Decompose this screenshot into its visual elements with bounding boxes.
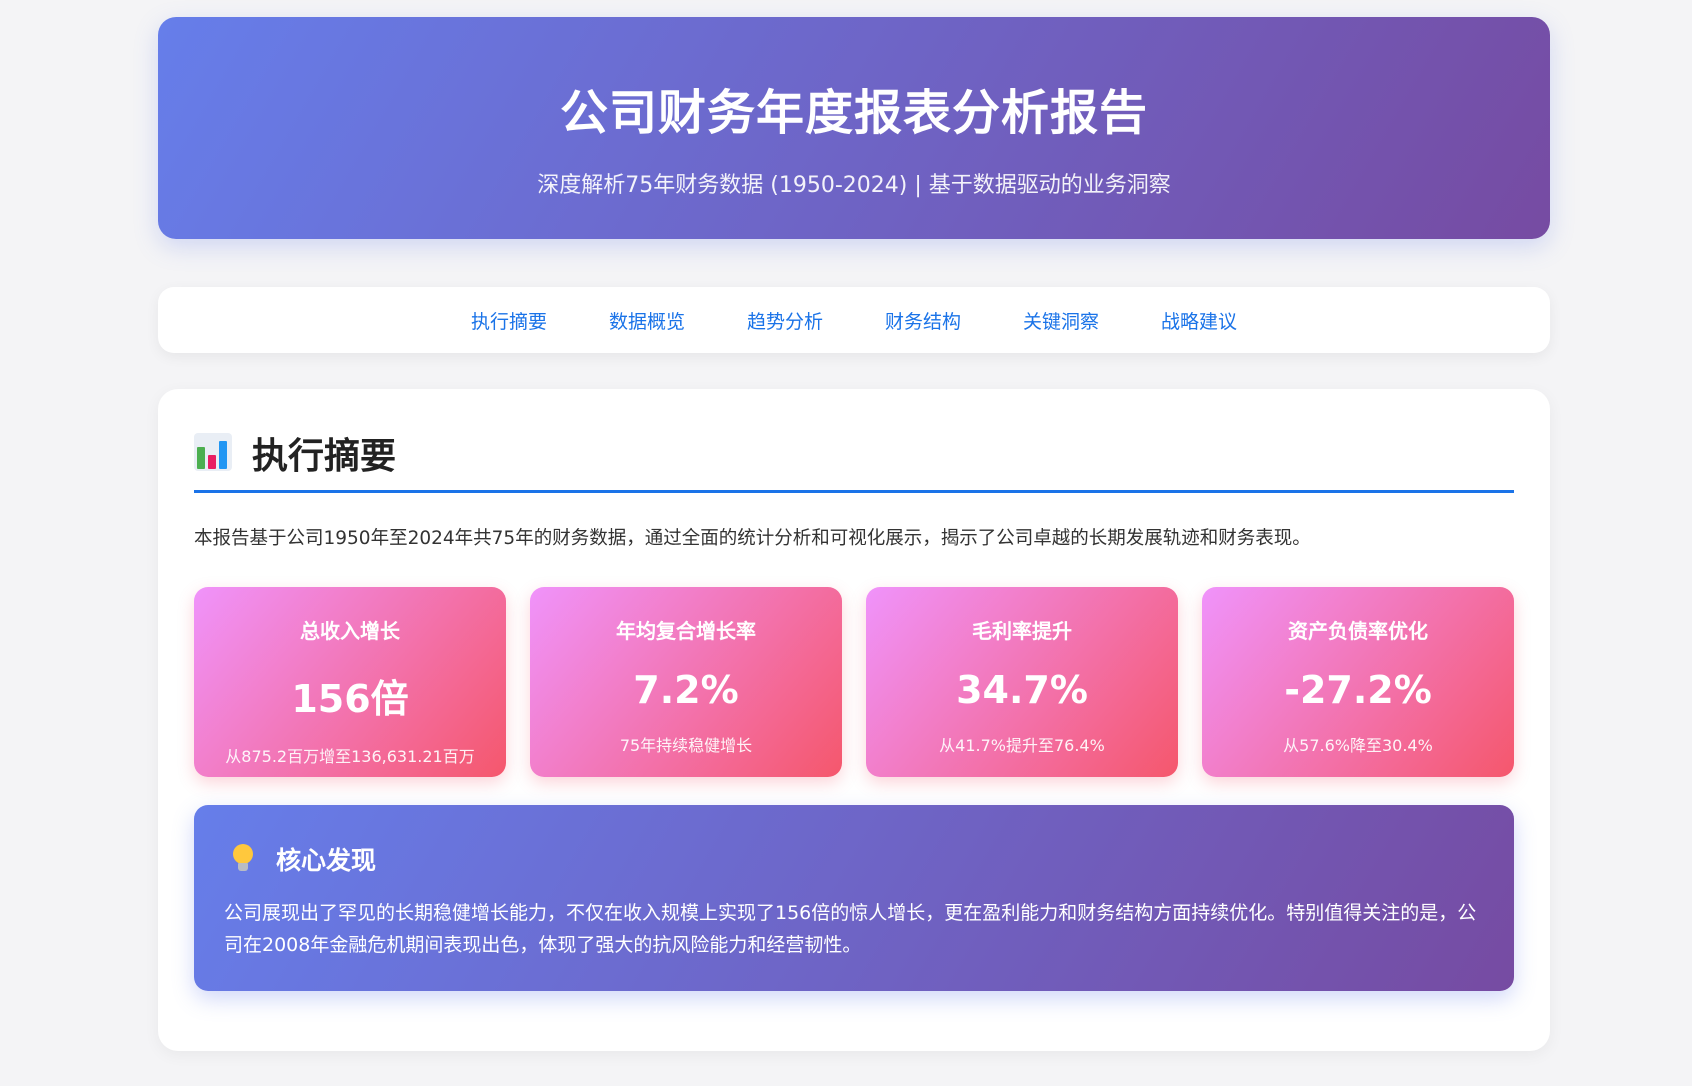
- nav-link-insights[interactable]: 关键洞察: [1023, 307, 1099, 334]
- metric-value: 156倍: [291, 677, 409, 721]
- metric-desc: 从57.6%降至30.4%: [1283, 736, 1433, 755]
- nav-link-trends[interactable]: 趋势分析: [747, 307, 823, 334]
- bar-chart-icon: [194, 432, 232, 471]
- metric-card-cagr: 年均复合增长率 7.2% 75年持续稳健增长: [530, 587, 842, 777]
- key-finding-box: 核心发现 公司展现出了罕见的长期稳健增长能力，不仅在收入规模上实现了156倍的惊…: [194, 805, 1514, 991]
- executive-summary-panel: 执行摘要 本报告基于公司1950年至2024年共75年的财务数据，通过全面的统计…: [158, 389, 1550, 1051]
- metric-title: 总收入增长: [300, 619, 400, 643]
- key-finding-title: 核心发现: [276, 846, 377, 875]
- metric-card-debt-ratio: 资产负债率优化 -27.2% 从57.6%降至30.4%: [1202, 587, 1514, 777]
- metric-value: -27.2%: [1284, 668, 1432, 712]
- page-subtitle: 深度解析75年财务数据 (1950-2024) | 基于数据驱动的业务洞察: [537, 173, 1171, 198]
- section-heading: 执行摘要: [194, 432, 1514, 493]
- section-nav: 执行摘要 数据概览 趋势分析 财务结构 关键洞察 战略建议: [158, 287, 1550, 353]
- metric-cards: 总收入增长 156倍 从875.2百万增至136,631.21百万 年均复合增长…: [194, 587, 1514, 777]
- nav-link-strategy[interactable]: 战略建议: [1161, 307, 1237, 334]
- nav-link-summary[interactable]: 执行摘要: [471, 307, 547, 334]
- metric-title: 毛利率提升: [972, 619, 1072, 643]
- lightbulb-icon: [230, 844, 256, 874]
- metric-value: 34.7%: [956, 668, 1088, 712]
- nav-link-overview[interactable]: 数据概览: [609, 307, 685, 334]
- metric-card-revenue-growth: 总收入增长 156倍 从875.2百万增至136,631.21百万: [194, 587, 506, 777]
- summary-intro: 本报告基于公司1950年至2024年共75年的财务数据，通过全面的统计分析和可视…: [194, 528, 1311, 549]
- metric-value: 7.2%: [633, 668, 739, 712]
- metric-desc: 75年持续稳健增长: [619, 736, 753, 755]
- metric-desc: 从41.7%提升至76.4%: [939, 736, 1105, 755]
- key-finding-heading: 核心发现: [230, 841, 376, 877]
- page-title: 公司财务年度报表分析报告: [559, 85, 1148, 141]
- section-title: 执行摘要: [252, 435, 397, 477]
- metric-desc: 从875.2百万增至136,631.21百万: [225, 747, 475, 766]
- report-header: 公司财务年度报表分析报告 深度解析75年财务数据 (1950-2024) | 基…: [158, 17, 1550, 239]
- metric-card-gross-margin: 毛利率提升 34.7% 从41.7%提升至76.4%: [866, 587, 1178, 777]
- key-finding-text: 公司展现出了罕见的长期稳健增长能力，不仅在收入规模上实现了156倍的惊人增长，更…: [224, 902, 1477, 956]
- nav-link-structure[interactable]: 财务结构: [885, 307, 961, 334]
- metric-title: 年均复合增长率: [616, 619, 756, 643]
- metric-title: 资产负债率优化: [1288, 619, 1428, 643]
